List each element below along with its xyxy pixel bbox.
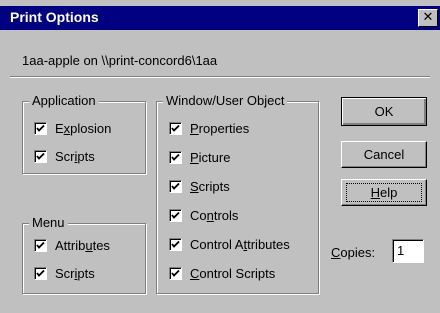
checkbox-label: Control Attributes bbox=[190, 237, 290, 252]
checkbox-box bbox=[169, 238, 182, 251]
close-icon: ✕ bbox=[422, 10, 434, 25]
title-bar[interactable]: Print Options ✕ bbox=[0, 6, 440, 30]
cancel-button[interactable]: Cancel bbox=[341, 141, 427, 168]
help-button[interactable]: Help bbox=[341, 179, 427, 206]
checkmark-icon bbox=[171, 269, 180, 277]
menu-group-label: Menu bbox=[29, 215, 68, 231]
menu-group: Menu bbox=[22, 215, 146, 294]
checkbox-box bbox=[34, 122, 47, 135]
checkmark-icon bbox=[171, 124, 180, 132]
window-user-object-group-label: Window/User Object bbox=[163, 93, 288, 109]
ok-button-label: OK bbox=[374, 104, 394, 119]
checkbox-box bbox=[169, 209, 182, 222]
checkmark-icon bbox=[36, 269, 45, 277]
window-title: Print Options bbox=[10, 9, 99, 25]
printer-separator bbox=[10, 76, 430, 78]
printer-name: 1aa-apple on \\print-concord6\1aa bbox=[22, 53, 218, 68]
checkbox-label: Scripts bbox=[190, 179, 230, 194]
checkmark-icon bbox=[171, 211, 180, 219]
copies-input[interactable]: 1 bbox=[392, 239, 424, 263]
checkmark-icon bbox=[171, 182, 180, 190]
checkbox-label: Attributes bbox=[55, 238, 110, 253]
checkbox-box bbox=[169, 122, 182, 135]
print-options-dialog: Print Options ✕ 1aa-apple on \\print-con… bbox=[0, 0, 440, 313]
checkbox-box bbox=[169, 151, 182, 164]
checkbox-box bbox=[34, 239, 47, 252]
checkbox-box bbox=[34, 150, 47, 163]
checkbox-box bbox=[34, 267, 47, 280]
ok-button[interactable]: OK bbox=[341, 97, 427, 126]
checkbox-label: Properties bbox=[190, 121, 250, 136]
checkbox-box bbox=[169, 180, 182, 193]
checkbox-label: Picture bbox=[190, 150, 231, 165]
close-button[interactable]: ✕ bbox=[418, 9, 438, 27]
checkbox-box bbox=[169, 267, 182, 280]
checkmark-icon bbox=[171, 240, 180, 248]
checkmark-icon bbox=[36, 124, 45, 132]
checkmark-icon bbox=[36, 241, 45, 249]
focus-ring bbox=[346, 183, 422, 202]
copies-label: Copies: bbox=[331, 245, 376, 260]
checkbox-label: Explosion bbox=[55, 121, 112, 136]
checkmark-icon bbox=[36, 152, 45, 160]
checkbox-label: Scripts bbox=[55, 149, 95, 164]
application-group-label: Application bbox=[29, 93, 99, 109]
checkbox-label: Control Scripts bbox=[190, 266, 276, 281]
checkmark-icon bbox=[171, 153, 180, 161]
checkbox-label: Scripts bbox=[55, 266, 95, 281]
checkbox-label: Controls bbox=[190, 208, 239, 223]
cancel-button-label: Cancel bbox=[363, 147, 405, 162]
